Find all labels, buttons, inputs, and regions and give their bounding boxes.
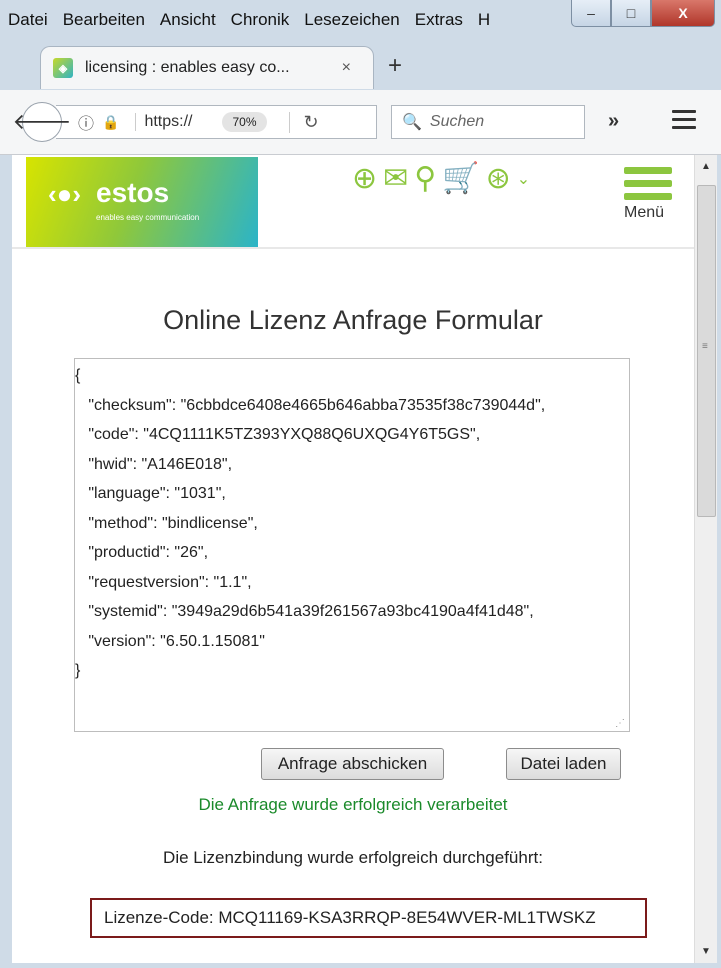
tab-licensing[interactable]: ◈ licensing : enables easy co... × <box>40 46 374 89</box>
menu-label: Menü <box>624 204 665 221</box>
request-line: "version": "6.50.1.15081" <box>75 632 265 650</box>
menu-hilfe[interactable]: H <box>478 10 490 30</box>
request-line: "method": "bindlicense", <box>75 514 258 532</box>
tab-bar: ◈ licensing : enables easy co... × + <box>0 38 721 90</box>
request-line: } <box>75 662 81 679</box>
site-header: ‹●› estos enables easy communication ⊕ ✉… <box>12 155 694 249</box>
submit-request-button[interactable]: Anfrage abschicken <box>261 748 444 780</box>
load-file-button[interactable]: Datei laden <box>506 748 621 780</box>
request-line: "requestversion": "1.1", <box>75 573 252 591</box>
scroll-up-icon[interactable]: ▲ <box>701 161 711 172</box>
vertical-scrollbar[interactable]: ▲ ≡ ▼ <box>694 155 717 963</box>
globe-icon[interactable]: ⊛ <box>486 161 511 196</box>
search-icon[interactable]: ⚲ <box>414 161 436 196</box>
site-menu-button[interactable]: Menü <box>624 167 672 222</box>
cart-icon[interactable]: 🛒 <box>442 161 479 196</box>
binding-message: Die Lizenzbindung wurde erfolgreich durc… <box>163 848 543 867</box>
url-bar[interactable]: ⓘ 🔒 https:// 70% ↻ <box>56 105 377 139</box>
lock-icon[interactable]: 🔒 <box>102 114 119 131</box>
scroll-down-icon[interactable]: ▼ <box>701 946 711 957</box>
menu-ansicht[interactable]: Ansicht <box>160 10 216 30</box>
reload-icon[interactable]: ↻ <box>288 111 319 133</box>
hamburger-menu-button[interactable] <box>672 110 696 134</box>
scrollbar-thumb[interactable]: ≡ <box>697 185 716 517</box>
chevron-down-icon[interactable]: ⌄ <box>517 169 530 189</box>
license-code-box: Lizenze-Code: MCQ11169-KSA3RRQP-8E54WVER… <box>90 898 647 938</box>
request-line: "hwid": "A146E018", <box>75 455 233 473</box>
search-icon: 🔍 <box>402 114 422 131</box>
license-request-textarea[interactable]: { "checksum": "6cbbdce6408e4665b646abba7… <box>74 358 630 732</box>
request-line: "productid": "26", <box>75 544 209 561</box>
logo-brand-name: estos <box>96 177 170 208</box>
back-arrow-icon: 🡐 <box>12 109 72 134</box>
download-icon[interactable]: ⊕ <box>352 161 377 196</box>
page-title: Online Lizenz Anfrage Formular <box>163 305 543 335</box>
back-button[interactable]: 🡐 <box>13 102 72 142</box>
menu-lesezeichen[interactable]: Lesezeichen <box>304 10 399 30</box>
estos-logo[interactable]: ‹●› estos enables easy communication <box>26 157 258 247</box>
request-line: "language": "1031", <box>75 485 226 502</box>
menu-extras[interactable]: Extras <box>415 10 463 30</box>
page-content: ‹●› estos enables easy communication ⊕ ✉… <box>12 155 694 963</box>
favicon-icon: ◈ <box>53 58 73 78</box>
navigation-bar: ⓘ 🔒 https:// 70% ↻ 🡐 🔍 Suchen » <box>0 90 721 155</box>
overflow-chevron-button[interactable]: » <box>608 110 619 133</box>
new-tab-button[interactable]: + <box>388 52 402 80</box>
close-tab-icon[interactable]: × <box>342 59 351 77</box>
header-icons: ⊕ ✉ ⚲ 🛒 ⊛ ⌄ <box>352 161 530 196</box>
menu-datei[interactable]: Datei <box>8 10 48 30</box>
logo-tagline: enables easy communication <box>96 213 200 222</box>
zoom-badge[interactable]: 70% <box>222 112 267 132</box>
tab-title: licensing : enables easy co... <box>85 59 290 76</box>
search-input[interactable]: 🔍 Suchen <box>391 105 585 139</box>
maximize-button[interactable]: □ <box>611 0 651 27</box>
info-icon[interactable]: ⓘ <box>78 110 94 134</box>
mail-icon[interactable]: ✉ <box>383 161 408 196</box>
minimize-button[interactable]: – <box>571 0 611 27</box>
menu-bearbeiten[interactable]: Bearbeiten <box>63 10 145 30</box>
url-text[interactable]: https:// <box>135 113 192 131</box>
request-line: "checksum": "6cbbdce6408e4665b646abba735… <box>75 396 546 414</box>
logo-mark-icon: ‹●› <box>48 179 82 209</box>
search-placeholder: Suchen <box>429 113 485 130</box>
browser-window: Datei Bearbeiten Ansicht Chronik Lesezei… <box>0 0 721 968</box>
request-line: "code": "4CQ1111K5TZ393YXQ88Q6UXQG4Y6T5G… <box>75 426 481 443</box>
success-message: Die Anfrage wurde erfolgreich verarbeite… <box>198 795 508 814</box>
window-controls: – □ X <box>571 0 715 30</box>
resize-grip-icon[interactable]: ⋰ <box>615 718 625 729</box>
close-window-button[interactable]: X <box>651 0 715 27</box>
request-line: { <box>75 367 81 384</box>
request-line: "systemid": "3949a29d6b541a39f261567a93b… <box>75 603 534 620</box>
menu-chronik[interactable]: Chronik <box>231 10 290 30</box>
